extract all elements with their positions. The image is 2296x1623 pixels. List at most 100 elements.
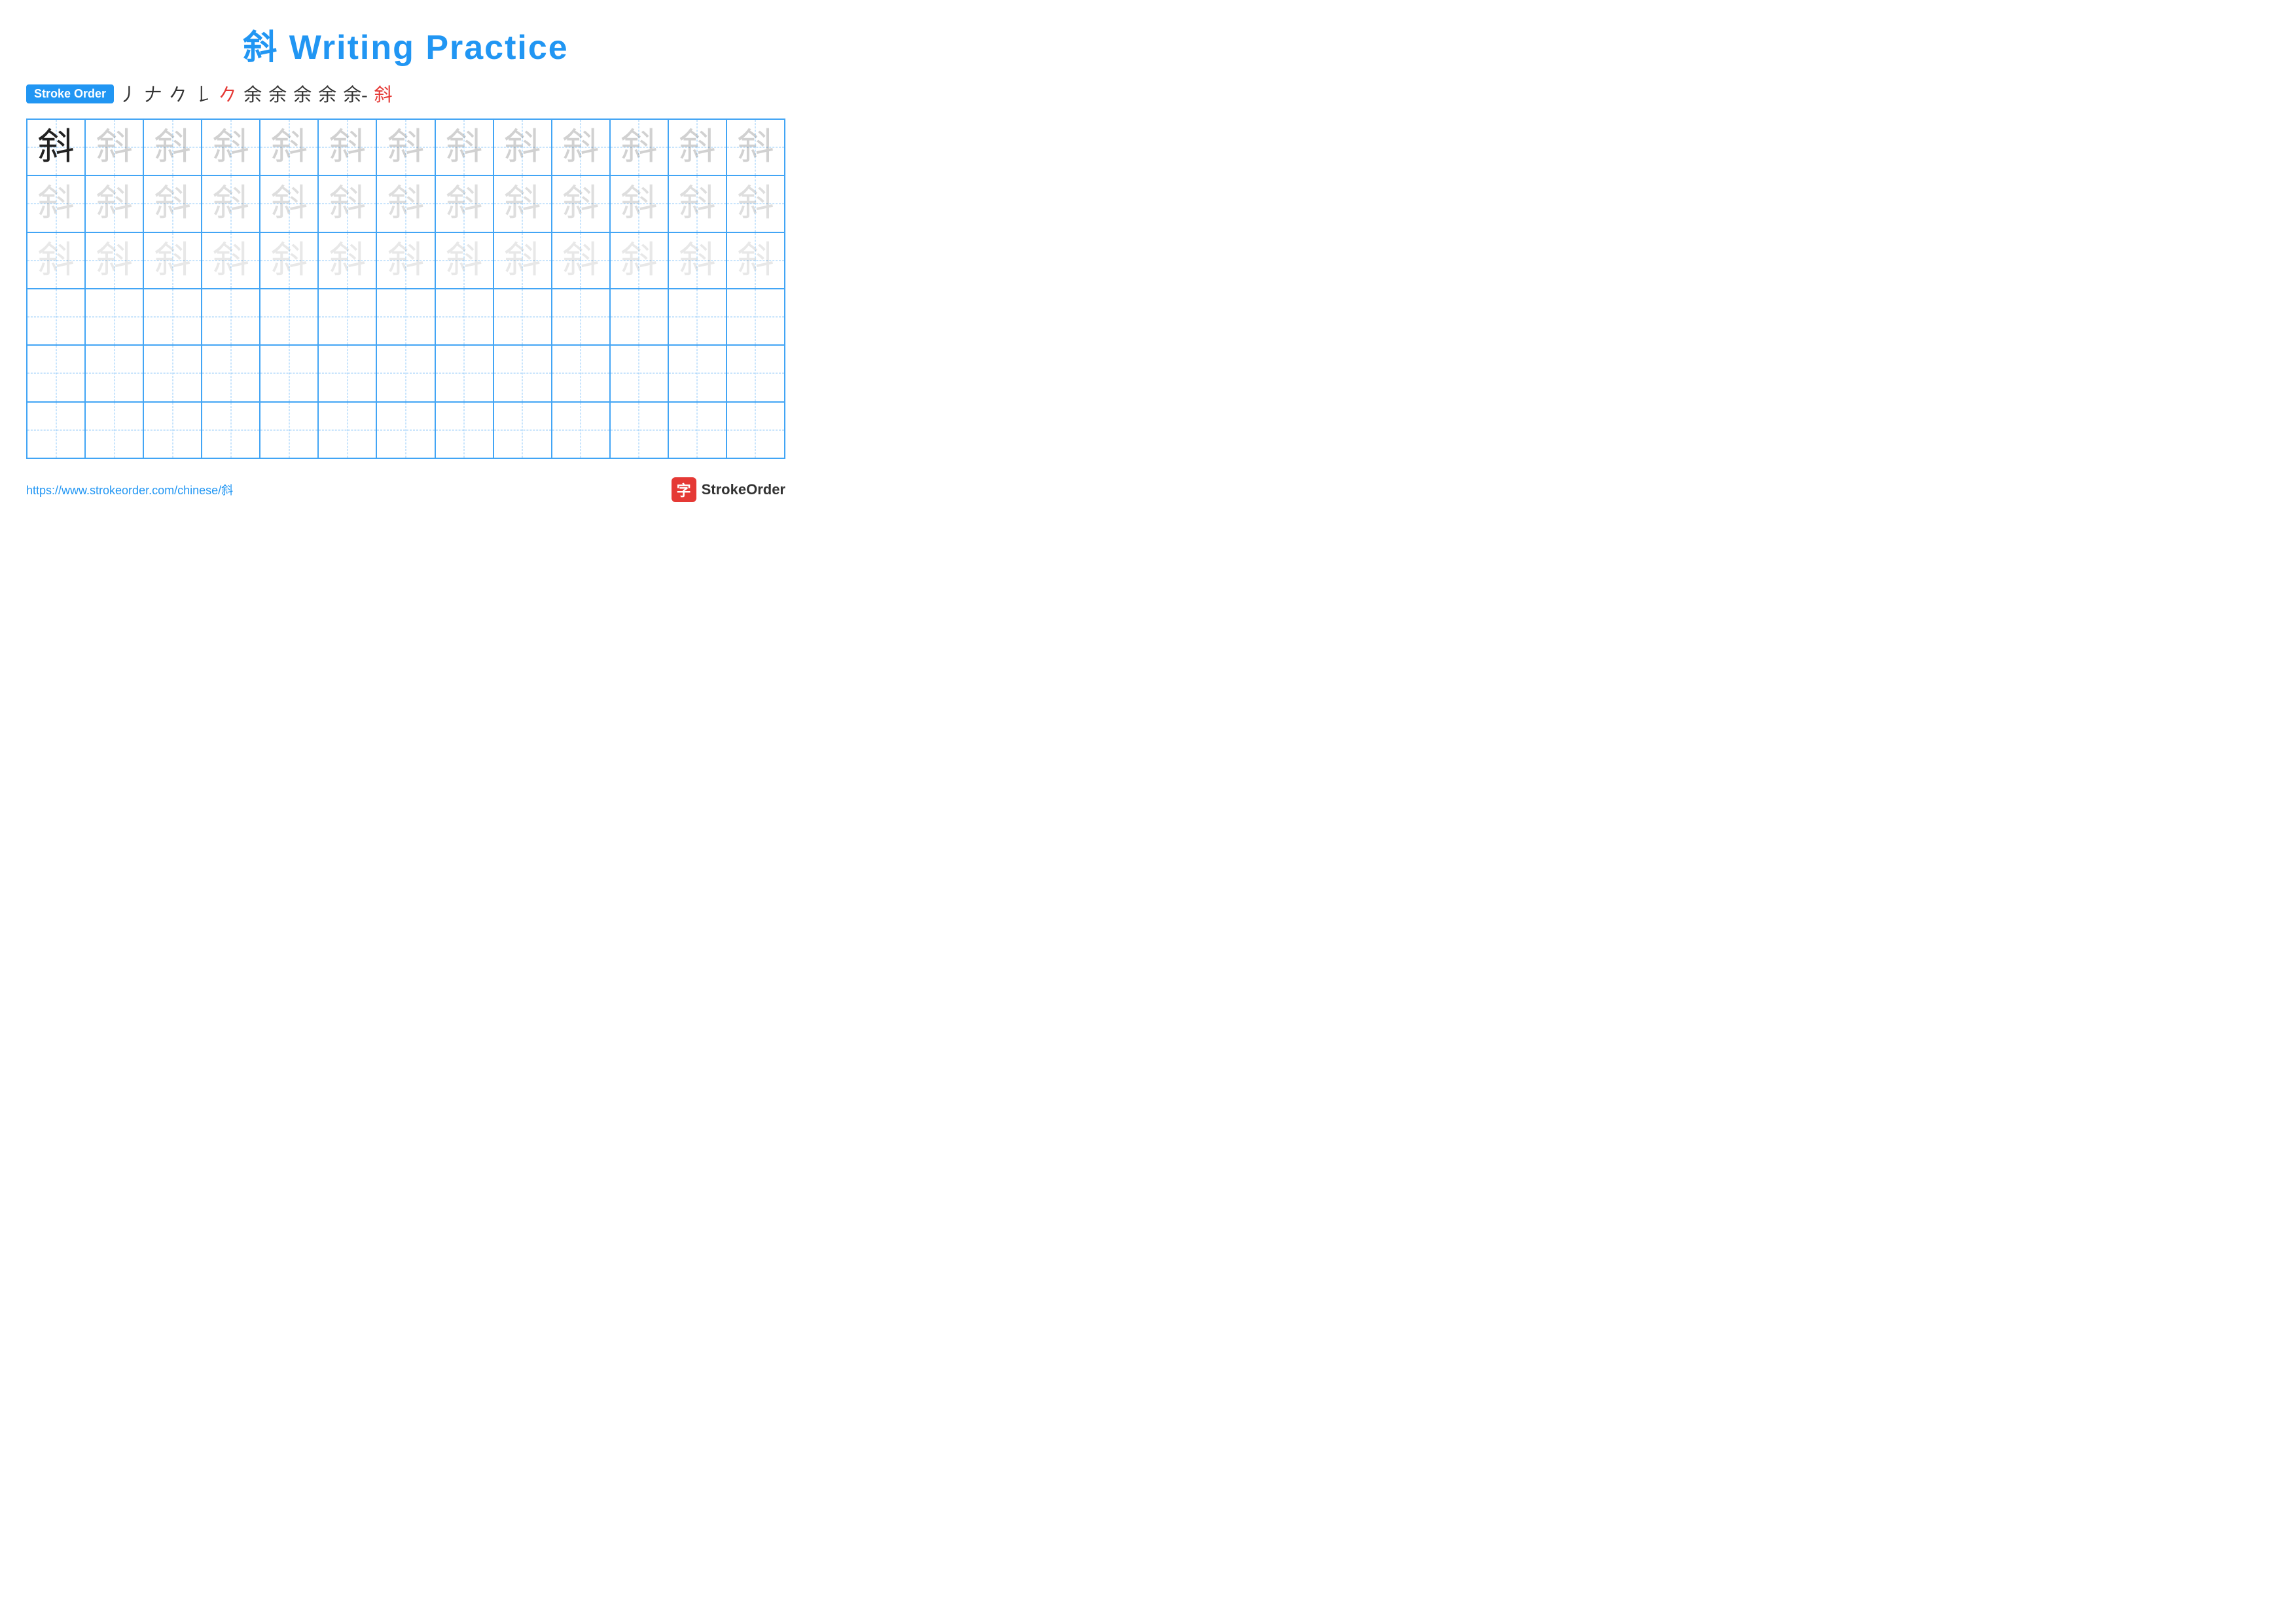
stroke-1: 丿 <box>119 81 137 107</box>
grid-cell: 斜 <box>610 119 668 175</box>
grid-cell <box>435 402 493 458</box>
grid-cell: 斜 <box>85 119 143 175</box>
grid-cell <box>260 345 318 401</box>
grid-cell: 斜 <box>668 232 726 289</box>
grid-cell <box>376 345 435 401</box>
stroke-3: 𠂊 <box>169 81 187 107</box>
stroke-11: 斜 <box>374 81 393 107</box>
stroke-5: 𠂊 <box>219 81 237 107</box>
stroke-10: 余- <box>343 81 367 107</box>
grid-cell: 斜 <box>376 175 435 232</box>
stroke-order-row: Stroke Order 丿 𠂇 𠂊 𠄌 𠂊 余 余 余 余 余- 斜 <box>26 81 785 107</box>
grid-cell: 斜 <box>726 119 785 175</box>
stroke-6: 余 <box>243 81 262 107</box>
grid-cell <box>493 345 552 401</box>
grid-cell: 斜 <box>143 175 202 232</box>
footer-logo: 字 StrokeOrder <box>672 477 785 502</box>
grid-cell: 斜 <box>435 175 493 232</box>
grid-cell: 斜 <box>260 232 318 289</box>
grid-cell <box>27 402 85 458</box>
grid-cell: 斜 <box>318 119 376 175</box>
grid-cell: 斜 <box>27 232 85 289</box>
grid-cell <box>318 345 376 401</box>
grid-cell <box>260 289 318 345</box>
grid-cell <box>318 289 376 345</box>
grid-cell <box>143 345 202 401</box>
grid-cell <box>610 402 668 458</box>
grid-cell: 斜 <box>493 175 552 232</box>
grid-cell <box>202 402 260 458</box>
grid-cell: 斜 <box>202 119 260 175</box>
grid-cell <box>726 402 785 458</box>
grid-cell: 斜 <box>668 119 726 175</box>
logo-text: StrokeOrder <box>702 481 785 498</box>
title-text: Writing Practice <box>278 29 568 67</box>
grid-cell <box>27 345 85 401</box>
grid-cell <box>552 289 610 345</box>
grid-cell <box>202 345 260 401</box>
grid-cell <box>552 345 610 401</box>
grid-cell: 斜 <box>668 175 726 232</box>
grid-cell: 斜 <box>260 175 318 232</box>
grid-cell <box>202 289 260 345</box>
grid-cell: 斜 <box>376 232 435 289</box>
stroke-order-badge: Stroke Order <box>26 84 114 103</box>
footer-url: https://www.strokeorder.com/chinese/斜 <box>26 481 233 498</box>
stroke-chars: 丿 𠂇 𠂊 𠄌 𠂊 余 余 余 余 余- 斜 <box>119 81 392 107</box>
grid-cell: 斜 <box>260 119 318 175</box>
grid-cell: 斜 <box>493 119 552 175</box>
grid-cell <box>143 289 202 345</box>
grid-cell: 斜 <box>610 175 668 232</box>
grid-cell <box>435 289 493 345</box>
grid-cell: 斜 <box>27 175 85 232</box>
stroke-2: 𠂇 <box>144 81 162 107</box>
grid-cell: 斜 <box>143 232 202 289</box>
grid-cell: 斜 <box>27 119 85 175</box>
grid-cell <box>610 345 668 401</box>
grid-cell <box>552 402 610 458</box>
grid-cell <box>318 402 376 458</box>
grid-cell: 斜 <box>202 175 260 232</box>
grid-cell <box>260 402 318 458</box>
grid-cell: 斜 <box>202 232 260 289</box>
grid-cell <box>668 402 726 458</box>
grid-cell <box>493 289 552 345</box>
grid-cell <box>376 402 435 458</box>
stroke-8: 余 <box>293 81 312 107</box>
grid-cell <box>668 345 726 401</box>
grid-cell <box>27 289 85 345</box>
grid-cell: 斜 <box>318 175 376 232</box>
grid-cell: 斜 <box>435 119 493 175</box>
grid-cell: 斜 <box>610 232 668 289</box>
grid-cell: 斜 <box>85 175 143 232</box>
grid-cell: 斜 <box>85 232 143 289</box>
page-title: 斜 Writing Practice <box>26 20 785 69</box>
grid-cell <box>85 345 143 401</box>
grid-cell: 斜 <box>318 232 376 289</box>
grid-cell <box>610 289 668 345</box>
grid-cell <box>143 402 202 458</box>
grid-cell <box>726 345 785 401</box>
grid-cell: 斜 <box>143 119 202 175</box>
logo-icon: 字 <box>672 477 696 502</box>
grid-cell <box>435 345 493 401</box>
stroke-7: 余 <box>268 81 287 107</box>
grid-cell <box>376 289 435 345</box>
grid-cell <box>493 402 552 458</box>
grid-cell: 斜 <box>435 232 493 289</box>
practice-grid: 斜斜斜斜斜斜斜斜斜斜斜斜斜斜斜斜斜斜斜斜斜斜斜斜斜斜斜斜斜斜斜斜斜斜斜斜斜斜斜 <box>26 119 785 459</box>
grid-cell: 斜 <box>726 175 785 232</box>
stroke-9: 余 <box>318 81 336 107</box>
grid-cell <box>668 289 726 345</box>
grid-cell: 斜 <box>726 232 785 289</box>
grid-cell: 斜 <box>552 232 610 289</box>
grid-cell <box>726 289 785 345</box>
grid-cell <box>85 402 143 458</box>
title-chinese-char: 斜 <box>243 29 278 67</box>
grid-cell: 斜 <box>493 232 552 289</box>
footer: https://www.strokeorder.com/chinese/斜 字 … <box>26 477 785 502</box>
grid-cell: 斜 <box>376 119 435 175</box>
grid-cell <box>85 289 143 345</box>
grid-cell: 斜 <box>552 175 610 232</box>
grid-cell: 斜 <box>552 119 610 175</box>
